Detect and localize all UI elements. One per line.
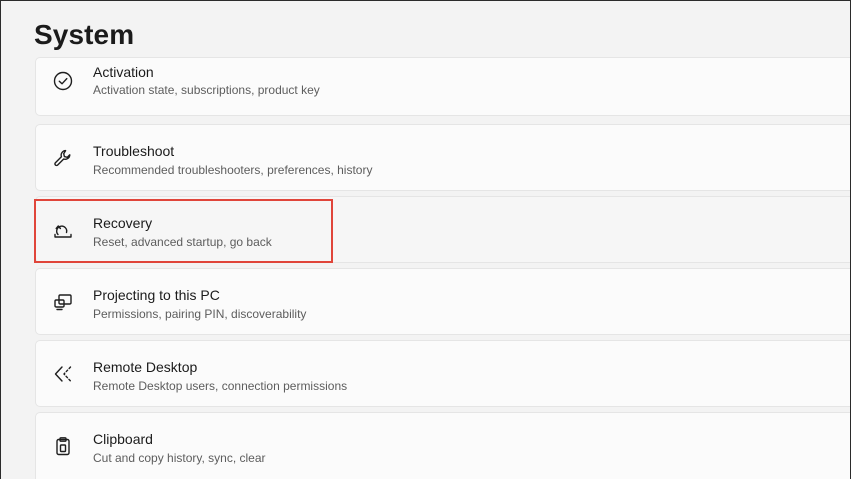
- wrench-icon: [52, 147, 74, 169]
- remote-desktop-icon: [52, 363, 74, 385]
- setting-subtitle: Reset, advanced startup, go back: [93, 235, 272, 249]
- setting-subtitle: Permissions, pairing PIN, discoverabilit…: [93, 307, 307, 321]
- setting-recovery[interactable]: Recovery Reset, advanced startup, go bac…: [35, 196, 850, 263]
- clipboard-icon: [52, 435, 74, 457]
- setting-clipboard[interactable]: Clipboard Cut and copy history, sync, cl…: [35, 412, 850, 479]
- check-circle-icon: [52, 70, 74, 92]
- setting-title: Clipboard: [93, 431, 153, 447]
- setting-subtitle: Recommended troubleshooters, preferences…: [93, 163, 373, 177]
- setting-remote-desktop[interactable]: Remote Desktop Remote Desktop users, con…: [35, 340, 850, 407]
- recovery-icon: [52, 219, 74, 241]
- setting-troubleshoot[interactable]: Troubleshoot Recommended troubleshooters…: [35, 124, 850, 191]
- settings-window: System Activation Activation state, subs…: [0, 0, 851, 479]
- setting-title: Troubleshoot: [93, 143, 175, 159]
- setting-title: Projecting to this PC: [93, 287, 220, 303]
- page-title: System: [34, 19, 135, 50]
- setting-projecting[interactable]: Projecting to this PC Permissions, pairi…: [35, 268, 850, 335]
- setting-subtitle: Cut and copy history, sync, clear: [93, 451, 266, 465]
- setting-subtitle: Activation state, subscriptions, product…: [93, 83, 320, 97]
- setting-title: Recovery: [93, 215, 153, 231]
- setting-subtitle: Remote Desktop users, connection permiss…: [93, 379, 348, 393]
- setting-title: Remote Desktop: [93, 359, 198, 375]
- setting-activation[interactable]: Activation Activation state, subscriptio…: [35, 57, 850, 116]
- projecting-icon: [52, 291, 74, 313]
- setting-title: Activation: [93, 64, 154, 80]
